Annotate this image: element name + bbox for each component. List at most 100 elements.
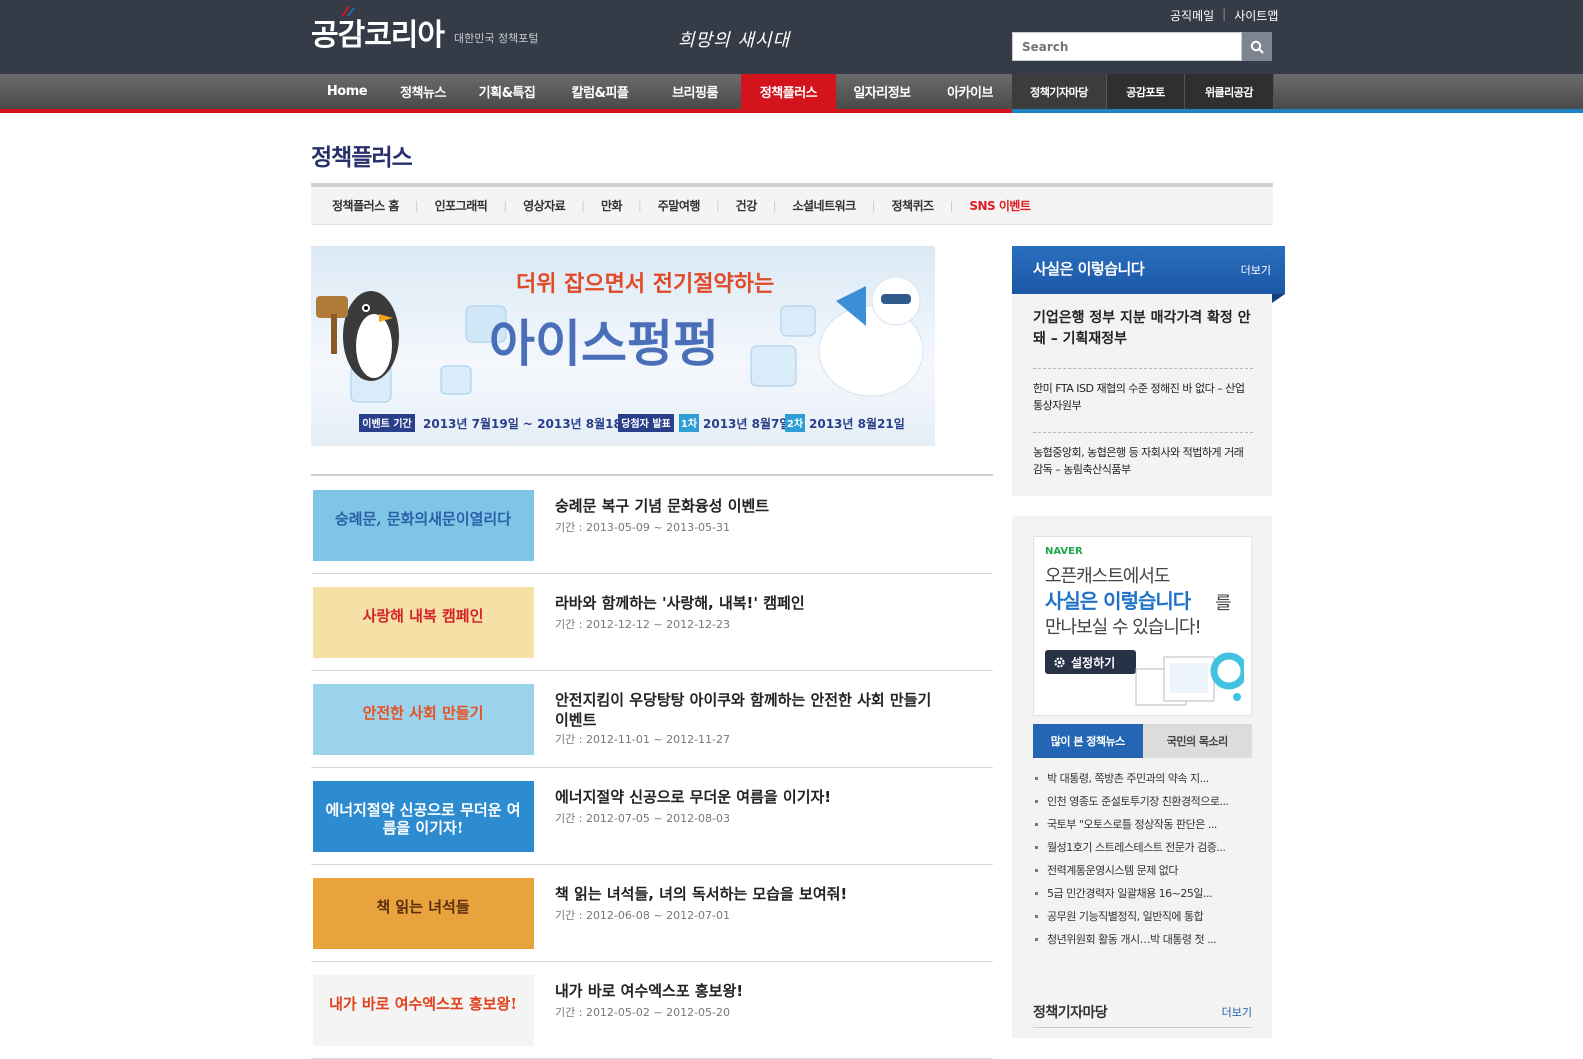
- nav-policy-plus[interactable]: 정책플러스: [741, 74, 836, 109]
- event-title[interactable]: 에너지절약 신공으로 무더운 여름을 이기자!: [555, 787, 935, 807]
- event-thumbnail[interactable]: 내가 바로 여수엑스포 홍보왕!: [313, 975, 534, 1046]
- mail-link[interactable]: 공직메일: [1170, 7, 1214, 24]
- svg-text:2013년 8월21일: 2013년 8월21일: [809, 416, 905, 431]
- svg-text:2013년 8월7일: 2013년 8월7일: [703, 416, 790, 431]
- reporter-section: 정책기자마당 더보기: [1033, 998, 1252, 1028]
- logo-flag-icon: [341, 6, 355, 16]
- nav-column[interactable]: 칼럼&피플: [551, 74, 649, 109]
- nav-policy-news[interactable]: 정책뉴스: [383, 74, 463, 109]
- nav-jobs[interactable]: 일자리정보: [836, 74, 928, 109]
- subnav-separator: |: [871, 199, 876, 212]
- banner-art: 더위 잡으면서 전기절약하는 아이스펑펑 이벤트 기간 2013년 7월19일 …: [316, 272, 924, 432]
- slogan: 희망의 새시대: [678, 30, 791, 51]
- thumbnail-caption: 안전한 사회 만들기: [362, 704, 484, 722]
- reporter-more-link[interactable]: 더보기: [1222, 1004, 1252, 1020]
- fact-item[interactable]: 한미 FTA ISD 재협의 수준 정해진 바 없다 – 산업통상자원부: [1033, 380, 1253, 414]
- gear-icon: [1054, 656, 1065, 668]
- subnav-weekend-trip[interactable]: 주말여행: [658, 197, 701, 214]
- event-period: 기간 : 2012-11-01 ~ 2012-11-27: [555, 733, 731, 746]
- thumbnail-caption: 책 읽는 녀석들: [376, 898, 470, 916]
- event-thumbnail[interactable]: 안전한 사회 만들기: [313, 684, 534, 755]
- event-thumbnail[interactable]: 에너지절약 신공으로 무더운 여름을 이기자!: [313, 781, 534, 852]
- subnav-sns-event[interactable]: SNS 이벤트: [969, 197, 1031, 214]
- event-item[interactable]: 숭례문, 문화의새문이열리다 숭례문 복구 기념 문화융성 이벤트기간 : 201…: [311, 477, 993, 574]
- news-list-item[interactable]: 국토부 "오토스로틀 정상작동 판단은 ...: [1033, 816, 1255, 839]
- subnav-quiz[interactable]: 정책퀴즈: [891, 197, 934, 214]
- tab-citizen-voice[interactable]: 국민의 목소리: [1142, 724, 1252, 758]
- subnav-infographic[interactable]: 인포그래픽: [435, 197, 488, 214]
- subnav-social[interactable]: 소셜네트워크: [792, 197, 856, 214]
- event-thumbnail[interactable]: 사랑해 내복 캠페인: [313, 587, 534, 658]
- dashed-divider: [1033, 368, 1253, 369]
- settings-button[interactable]: 설정하기: [1045, 650, 1136, 674]
- naver-logo: NAVER: [1045, 546, 1083, 557]
- event-item[interactable]: 안전한 사회 만들기 안전지킴이 우당탕탕 아이쿠와 함께하는 안전한 사회 만들…: [311, 671, 993, 768]
- fact-item[interactable]: 기업은행 정부 지분 매각가격 확정 안돼 – 기획재정부: [1033, 308, 1253, 350]
- header-fold: [1272, 294, 1285, 303]
- event-thumbnail[interactable]: 책 읽는 녀석들: [313, 878, 534, 949]
- event-item[interactable]: 사랑해 내복 캠페인 라바와 함께하는 '사랑해, 내복!' 캠페인기간 : 20…: [311, 574, 993, 671]
- logo-text: 공감코리아: [311, 18, 445, 53]
- fact-check-box: 사실은 이렇습니다 더보기 기업은행 정부 지분 매각가격 확정 안돼 – 기획…: [1012, 246, 1285, 496]
- sidebar-panel: NAVER 오픈캐스트에서도 사실은 이렇습니다 를 만나보실 수 있습니다! …: [1012, 516, 1272, 1038]
- news-list-item[interactable]: 5급 민간경력자 일괄채용 16~25일...: [1033, 885, 1255, 908]
- reporter-title: 정책기자마당: [1033, 1005, 1108, 1021]
- svg-text:이벤트 기간: 이벤트 기간: [362, 417, 412, 430]
- event-title[interactable]: 숭례문 복구 기념 문화융성 이벤트: [555, 496, 935, 516]
- news-tabs: 많이 본 정책뉴스 국민의 목소리: [1033, 724, 1252, 758]
- subnav-cartoon[interactable]: 만화: [601, 197, 623, 214]
- promo-line2: 사실은 이렇습니다: [1045, 589, 1191, 613]
- site-logo[interactable]: 공감코리아 대한민국 정책포털: [311, 6, 539, 54]
- nav-photo[interactable]: 공감포토: [1106, 74, 1184, 109]
- link-separator: |: [1222, 7, 1227, 21]
- banner-title: 아이스펑펑: [489, 315, 719, 373]
- thumbnail-caption: 숭례문, 문화의새문이열리다: [334, 510, 512, 528]
- settings-button-label: 설정하기: [1071, 655, 1116, 670]
- event-title[interactable]: 라바와 함께하는 '사랑해, 내복!' 캠페인: [555, 593, 935, 613]
- nav-home[interactable]: Home: [311, 74, 383, 109]
- popular-news-list: 박 대통령, 쪽방촌 주민과의 약속 지... 인천 영종도 준설토투기장 친환경…: [1033, 770, 1255, 954]
- search-input[interactable]: [1012, 32, 1242, 61]
- fact-check-more-link[interactable]: 더보기: [1241, 262, 1271, 278]
- subnav-health[interactable]: 건강: [736, 197, 758, 214]
- svg-text:1차: 1차: [681, 417, 698, 430]
- promo-line2-suffix: 를: [1215, 593, 1232, 614]
- news-list-item[interactable]: 전력계통운영시스템 문제 없다: [1033, 862, 1255, 885]
- news-list-item[interactable]: 공무원 기능직별정직, 일반직에 통합: [1033, 908, 1255, 931]
- dashed-divider: [1033, 432, 1253, 433]
- subnav-video[interactable]: 영상자료: [523, 197, 566, 214]
- news-list-item[interactable]: 청년위원회 활동 개시…박 대통령 첫 ...: [1033, 931, 1255, 954]
- event-banner[interactable]: 더위 잡으면서 전기절약하는 아이스펑펑 이벤트 기간 2013년 7월19일 …: [311, 246, 935, 446]
- tab-popular-news[interactable]: 많이 본 정책뉴스: [1033, 724, 1143, 758]
- event-item[interactable]: 에너지절약 신공으로 무더운 여름을 이기자! 에너지절약 신공으로 무더운 여름…: [311, 768, 993, 865]
- event-title[interactable]: 내가 바로 여수엑스포 홍보왕!: [555, 981, 935, 1001]
- event-title[interactable]: 안전지킴이 우당탕탕 아이쿠와 함께하는 안전한 사회 만들기 이벤트: [555, 690, 935, 730]
- event-period: 기간 : 2012-05-02 ~ 2012-05-20: [555, 1006, 731, 1019]
- nav-weekly[interactable]: 위클리공감: [1184, 74, 1274, 109]
- news-list-item[interactable]: 월성1호기 스트레스테스트 전문가 검증...: [1033, 839, 1255, 862]
- sitemap-link[interactable]: 사이트맵: [1234, 7, 1278, 24]
- event-title[interactable]: 책 읽는 녀석들, 녀의 독서하는 모습을 보여줘!: [555, 884, 935, 904]
- main-nav: Home 정책뉴스 기획&특집 칼럼&피플 브리핑룸 정책플러스 일자리정보 아…: [311, 74, 1012, 109]
- news-list-item[interactable]: 박 대통령, 쪽방촌 주민과의 약속 지...: [1033, 770, 1255, 793]
- nav-reporter[interactable]: 정책기자마당: [1012, 74, 1106, 109]
- list-divider: [311, 474, 993, 476]
- subnav-separator: |: [715, 199, 720, 212]
- fact-check-title: 사실은 이렇습니다: [1033, 260, 1145, 278]
- event-period: 기간 : 2013-05-09 ~ 2013-05-31: [555, 521, 731, 534]
- search-button[interactable]: [1242, 32, 1272, 61]
- event-period: 기간 : 2012-12-12 ~ 2012-12-23: [555, 618, 731, 631]
- fact-item[interactable]: 농협중앙회, 농협은행 등 자회사와 적법하게 거래 감독 – 농림축산식품부: [1033, 444, 1253, 478]
- event-thumbnail[interactable]: 숭례문, 문화의새문이열리다: [313, 490, 534, 561]
- opencast-promo[interactable]: NAVER 오픈캐스트에서도 사실은 이렇습니다 를 만나보실 수 있습니다! …: [1033, 536, 1252, 716]
- event-item[interactable]: 책 읽는 녀석들 책 읽는 녀석들, 녀의 독서하는 모습을 보여줘! 기간 : 2…: [311, 865, 993, 962]
- fact-check-header: 사실은 이렇습니다 더보기: [1012, 246, 1285, 294]
- logo-subtitle: 대한민국 정책포털: [454, 32, 539, 45]
- event-item[interactable]: 내가 바로 여수엑스포 홍보왕! 내가 바로 여수엑스포 홍보왕! 기간 : 201…: [311, 962, 993, 1059]
- banner-dates: 이벤트 기간 2013년 7월19일 ~ 2013년 8월18일 당첨자 발표 …: [359, 414, 905, 432]
- nav-archive[interactable]: 아카이브: [928, 74, 1012, 109]
- news-list-item[interactable]: 인천 영종도 준설토투기장 친환경적으로...: [1033, 793, 1255, 816]
- nav-feature[interactable]: 기획&특집: [463, 74, 551, 109]
- subnav-home[interactable]: 정책플러스 홈: [332, 197, 399, 214]
- nav-briefing[interactable]: 브리핑룸: [649, 74, 741, 109]
